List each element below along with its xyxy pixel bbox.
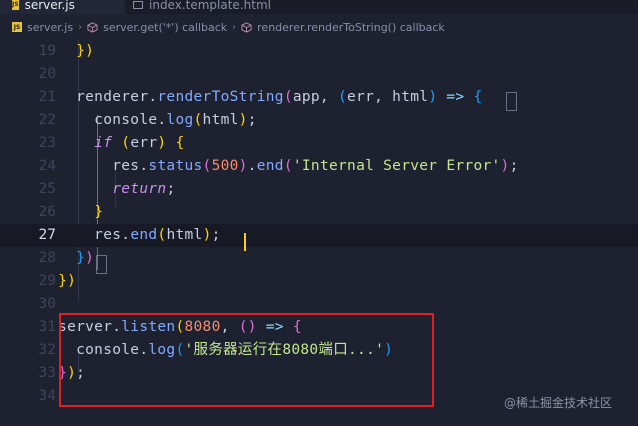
code-token: renderToString [157,89,284,105]
line-code: }) [40,40,94,63]
code-token: { [175,135,185,151]
code-token: ; [166,181,176,197]
code-line[interactable]: 21 renderer.renderToString(app, (err, ht… [0,86,638,109]
tab-label: index.template.html [149,0,271,12]
code-line[interactable]: 25 return; [0,178,638,201]
js-file-icon: JS [12,0,19,10]
code-line[interactable]: 20 [0,63,638,86]
code-token: return [112,181,167,197]
watermark: @稀土掘金技术社区 [504,396,613,410]
editor-tab-bar: JS server.js index.template.html [0,0,638,14]
code-token: ( [193,112,203,128]
code-line[interactable]: 19 }) [0,40,638,63]
line-number: 34 [38,388,56,404]
line-code: }) [40,247,94,270]
code-token: ; [247,112,257,128]
code-token: }) [58,273,77,289]
code-token: 500 [211,158,239,174]
code-token: }) [76,43,95,59]
breadcrumb: JS server.js › server.get('*') callback … [0,14,638,40]
code-token: status [148,158,203,174]
line-code: return; [40,178,175,201]
code-token: ( [338,89,348,105]
tab-label: server.js [24,0,75,12]
code-token: . [247,158,257,174]
code-token: html [166,227,203,243]
js-file-icon: JS [12,22,22,32]
breadcrumb-item[interactable]: renderer.renderToString() callback [257,21,445,34]
code-token: ( [202,158,212,174]
code-token: err, html [347,89,429,105]
code-token: } [76,250,86,266]
breadcrumb-file[interactable]: server.js [27,21,73,34]
code-token: ; [509,158,519,174]
text-cursor [244,233,246,251]
code-token: ( [283,158,293,174]
code-token: res. [40,158,149,174]
code-line[interactable]: 23 if (err) { [0,132,638,155]
line-code: renderer.renderToString(app, (err, html)… [40,86,483,109]
code-token: { [473,89,483,105]
code-token: ) [428,89,438,105]
code-token: err [130,135,158,151]
tab-index-template-html[interactable]: index.template.html [125,0,271,14]
code-token: console. [40,112,167,128]
cube-icon [87,21,98,33]
code-token: ) [238,158,248,174]
code-token: => [446,89,465,105]
line-code: } [40,201,103,224]
code-token: 'Internal Server Error' [292,158,501,174]
code-token: log [166,112,194,128]
code-token: ( [121,135,131,151]
code-line[interactable]: 24 res.status(500).end('Internal Server … [0,155,638,178]
tab-server-js[interactable]: JS server.js [0,0,125,14]
cube-icon [241,21,252,33]
line-code: res.end(html); [40,224,221,247]
code-token: end [256,158,284,174]
code-token: if [94,135,113,151]
code-line[interactable]: 27 res.end(html); [0,224,638,247]
matched-brace [96,255,107,274]
code-line[interactable]: 26 } [0,201,638,224]
chevron-right-icon: › [78,21,83,33]
line-code: res.status(500).end('Internal Server Err… [40,155,519,178]
code-token: ) [85,250,95,266]
code-line[interactable]: 22 console.log(html); [0,109,638,132]
line-code: if (err) { [40,132,185,155]
line-number: 20 [38,66,56,82]
code-token: renderer. [40,89,158,105]
line-code: }) [40,270,76,293]
code-token: app, [292,89,338,105]
code-token: ( [283,89,293,105]
code-token: end [130,227,158,243]
line-number: 30 [38,296,56,312]
breadcrumb-item[interactable]: server.get('*') callback [103,21,227,34]
html-file-icon [133,0,143,9]
code-token: html [202,112,239,128]
code-token: ) [238,112,248,128]
code-token: ; [211,227,221,243]
line-code: console.log(html); [40,109,257,132]
code-token: ) [500,158,510,174]
code-token: res. [40,227,131,243]
matched-brace [506,92,517,111]
highlight-annotation-box [59,313,434,407]
chevron-right-icon: › [232,21,237,33]
code-token: } [94,204,104,220]
code-token: ) [202,227,212,243]
